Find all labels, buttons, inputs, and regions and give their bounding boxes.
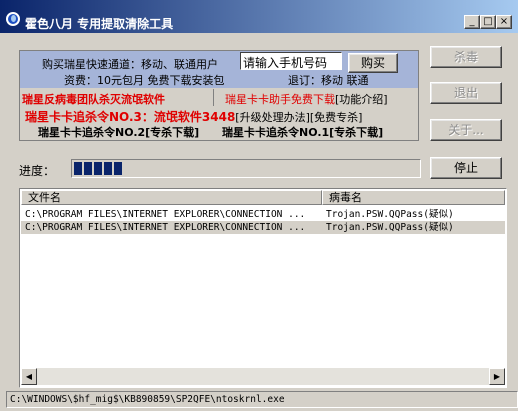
kill-order-1-link[interactable]: 瑞星卡卡追杀令NO.1[专杀下载] [222,124,383,140]
exit-button[interactable]: 退出 [430,82,502,104]
table-row[interactable]: C:\PROGRAM FILES\INTERNET EXPLORER\CONNE… [21,221,505,234]
row-filename: C:\PROGRAM FILES\INTERNET EXPLORER\CONNE… [25,222,306,233]
title-bar[interactable]: 霍色八月 专用提取清除工具 _ □ × [0,0,518,33]
kill-order-3-line: 瑞星卡卡追杀令NO.3：流氓软件3448[升级处理办法][免费专杀] [25,108,362,125]
progress-label: 进度： [19,164,56,178]
kill-order-3-link[interactable]: 瑞星卡卡追杀令NO.3：流氓软件3448 [25,110,235,124]
maximize-button[interactable]: □ [480,15,496,29]
row-filename: C:\PROGRAM FILES\INTERNET EXPLORER\CONNE… [25,209,306,220]
status-bar: C:\WINDOWS\$hf_mig$\KB890859\SP2QFE\ntos… [6,391,518,408]
purchase-channel-text: 购买瑞星快速通道：移动、联通用户 [42,58,218,71]
phone-number-input[interactable]: 请输入手机号码 [240,52,342,70]
scroll-left-icon[interactable]: ◀ [21,368,37,385]
pricing-text: 资费：10元包月 免费下载安装包 [64,74,225,87]
kill-order-2-link[interactable]: 瑞星卡卡追杀令NO.2[专杀下载] [38,124,199,140]
table-row[interactable]: C:\PROGRAM FILES\INTERNET EXPLORER\CONNE… [21,208,505,221]
column-header-filename[interactable]: 文件名 [21,190,322,205]
column-header-virusname[interactable]: 病毒名 [322,190,505,205]
kaka-download-link[interactable]: 瑞星卡卡助手免费下载 [225,93,335,106]
unsubscribe-text: 退订：移动 联通 [288,74,369,87]
about-button[interactable]: 关于... [430,119,502,141]
close-button[interactable]: × [496,15,512,29]
scroll-right-icon[interactable]: ▶ [489,368,505,385]
app-icon [6,12,20,26]
row-virusname: Trojan.PSW.QQPass(疑似) [326,222,454,233]
minimize-button[interactable]: _ [464,15,480,29]
window-title: 霍色八月 专用提取清除工具 [25,17,174,31]
kill-virus-button[interactable]: 杀毒 [430,46,502,68]
promo-divider [213,89,214,106]
kaka-download-line: 瑞星卡卡助手免费下载[功能介绍] [225,91,388,107]
progress-block [84,162,92,175]
progress-block [114,162,122,175]
progress-block [94,162,102,175]
horizontal-scrollbar[interactable] [21,368,505,385]
progress-bar [71,159,421,178]
stop-button[interactable]: 停止 [430,157,502,179]
row-virusname: Trojan.PSW.QQPass(疑似) [326,209,454,220]
feature-intro-link[interactable]: [功能介绍] [335,93,388,106]
kill-order-3-actions[interactable]: [升级处理办法][免费专杀] [235,111,362,124]
buy-button[interactable]: 购买 [348,53,398,73]
promo-antivirus-team-link[interactable]: 瑞星反病毒团队杀灭流氓软件 [22,91,165,107]
progress-block [104,162,112,175]
progress-block [74,162,82,175]
